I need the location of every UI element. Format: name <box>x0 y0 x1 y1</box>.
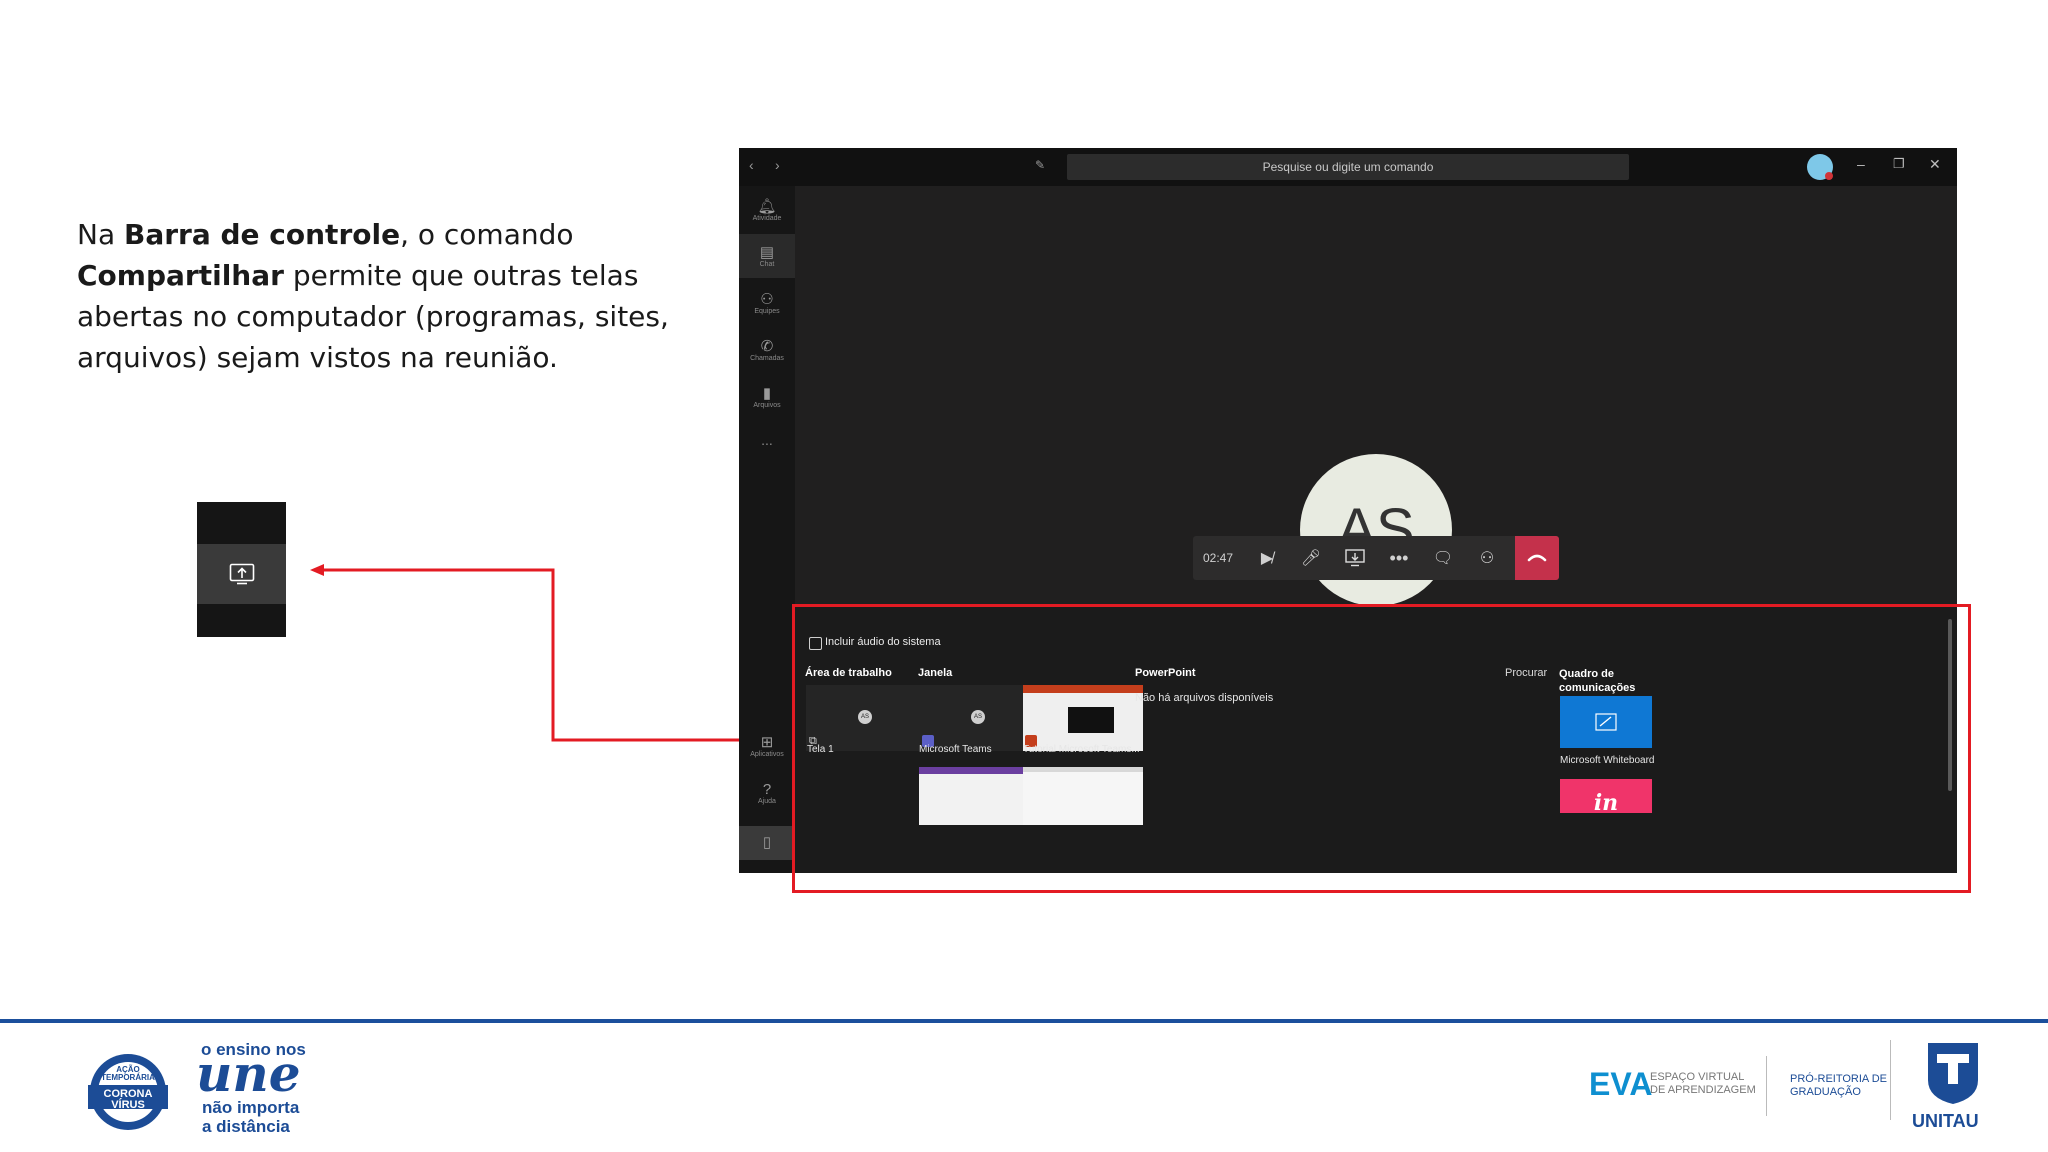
bell-icon: 🔔︎ <box>757 197 777 215</box>
share-screen-icon <box>229 563 254 585</box>
slogan-script: une <box>196 1044 301 1103</box>
corona-campaign-badge: AÇÃO TEMPORÁRIA CORONA VÍRUS <box>82 1044 174 1136</box>
mic-off-icon[interactable]: 🎤︎ <box>1289 536 1333 580</box>
teams-icon: ⚇ <box>760 290 774 308</box>
eva-logo: EVA <box>1589 1066 1653 1102</box>
rail-item-teams[interactable]: ⚇ Equipes <box>739 281 795 325</box>
badge-line-4: VÍRUS <box>111 1099 145 1111</box>
rail-item-chat[interactable]: ▤ Chat <box>739 234 795 278</box>
compose-icon[interactable]: ✎ <box>1035 158 1045 172</box>
slogan-bottom-1: não importa <box>202 1098 300 1117</box>
share-button[interactable] <box>1333 536 1377 580</box>
phone-icon: ✆ <box>760 337 774 355</box>
back-icon[interactable]: ‹ <box>749 157 754 173</box>
badge-line-2: TEMPORÁRIA <box>101 1073 155 1082</box>
share-icon-highlight <box>197 544 286 604</box>
rail-item-apps[interactable]: ⊞ Aplicativos <box>739 724 795 768</box>
close-icon[interactable]: ✕ <box>1929 156 1941 173</box>
call-timer: 02:47 <box>1202 551 1234 565</box>
arrow-connector <box>310 564 748 742</box>
title-bar: ‹ › ✎ Pesquise ou digite um comando – ❐ … <box>739 148 1957 186</box>
bold-barra: Barra de controle <box>124 218 401 251</box>
app-rail: 🔔︎ Atividade ▤ Chat ⚇ Equipes ✆ Chamadas ▮ Ar… <box>739 186 795 873</box>
minimize-icon[interactable]: – <box>1857 156 1865 172</box>
share-icon-callout <box>197 502 286 637</box>
conversation-icon[interactable]: 🗨︎ <box>1421 536 1465 580</box>
unitau-shield-icon <box>1928 1043 1978 1104</box>
eva-sub-1: ESPAÇO VIRTUAL <box>1650 1071 1745 1083</box>
unitau-logo-text: UNITAU <box>1912 1111 1979 1131</box>
prg-line-1: PRÓ-REITORIA DE <box>1790 1073 1887 1085</box>
camera-off-icon[interactable]: ▶︎̸ <box>1245 536 1289 580</box>
status-dot <box>1825 172 1833 180</box>
rail-item-device[interactable]: ▯ <box>739 826 795 860</box>
share-screen-icon <box>1345 549 1365 567</box>
instruction-text: Na Barra de controle, o comando Comparti… <box>77 218 669 374</box>
footer-separator <box>1766 1056 1767 1116</box>
help-icon: ? <box>762 780 772 798</box>
rail-item-files[interactable]: ▮ Arquivos <box>739 375 795 419</box>
footer-separator-2 <box>1890 1040 1891 1120</box>
more-actions-icon[interactable]: ••• <box>1377 536 1421 580</box>
rail-item-help[interactable]: ? Ajuda <box>739 771 795 815</box>
apps-icon: ⊞ <box>760 733 774 751</box>
rail-item-more[interactable]: ... <box>739 418 795 462</box>
share-tray-highlight <box>792 604 1971 893</box>
prg-line-2: GRADUAÇÃO <box>1790 1086 1861 1098</box>
more-icon: ... <box>761 432 773 448</box>
chat-icon: ▤ <box>759 243 775 261</box>
hang-up-button[interactable] <box>1515 536 1559 580</box>
call-control-bar: 02:47 ▶︎̸ 🎤︎ ••• 🗨︎ ⚇ <box>1193 536 1559 580</box>
rail-item-calls[interactable]: ✆ Chamadas <box>739 328 795 372</box>
search-input[interactable]: Pesquise ou digite um comando <box>1067 154 1629 180</box>
footer-divider <box>0 1019 2048 1023</box>
bold-compartilhar: Compartilhar <box>77 259 284 292</box>
slogan-bottom-2: a distância <box>202 1117 290 1136</box>
restore-icon[interactable]: ❐ <box>1893 156 1905 172</box>
user-avatar[interactable] <box>1807 154 1833 180</box>
hang-up-icon <box>1527 554 1547 562</box>
eva-sub-2: DE APRENDIZAGEM <box>1650 1084 1756 1096</box>
rail-item-activity[interactable]: 🔔︎ Atividade <box>739 188 795 232</box>
device-icon: ▯ <box>762 834 772 851</box>
forward-icon[interactable]: › <box>775 157 780 173</box>
file-icon: ▮ <box>762 384 772 402</box>
participants-icon[interactable]: ⚇ <box>1465 536 1509 580</box>
participant-avatar: AS <box>1300 454 1452 606</box>
